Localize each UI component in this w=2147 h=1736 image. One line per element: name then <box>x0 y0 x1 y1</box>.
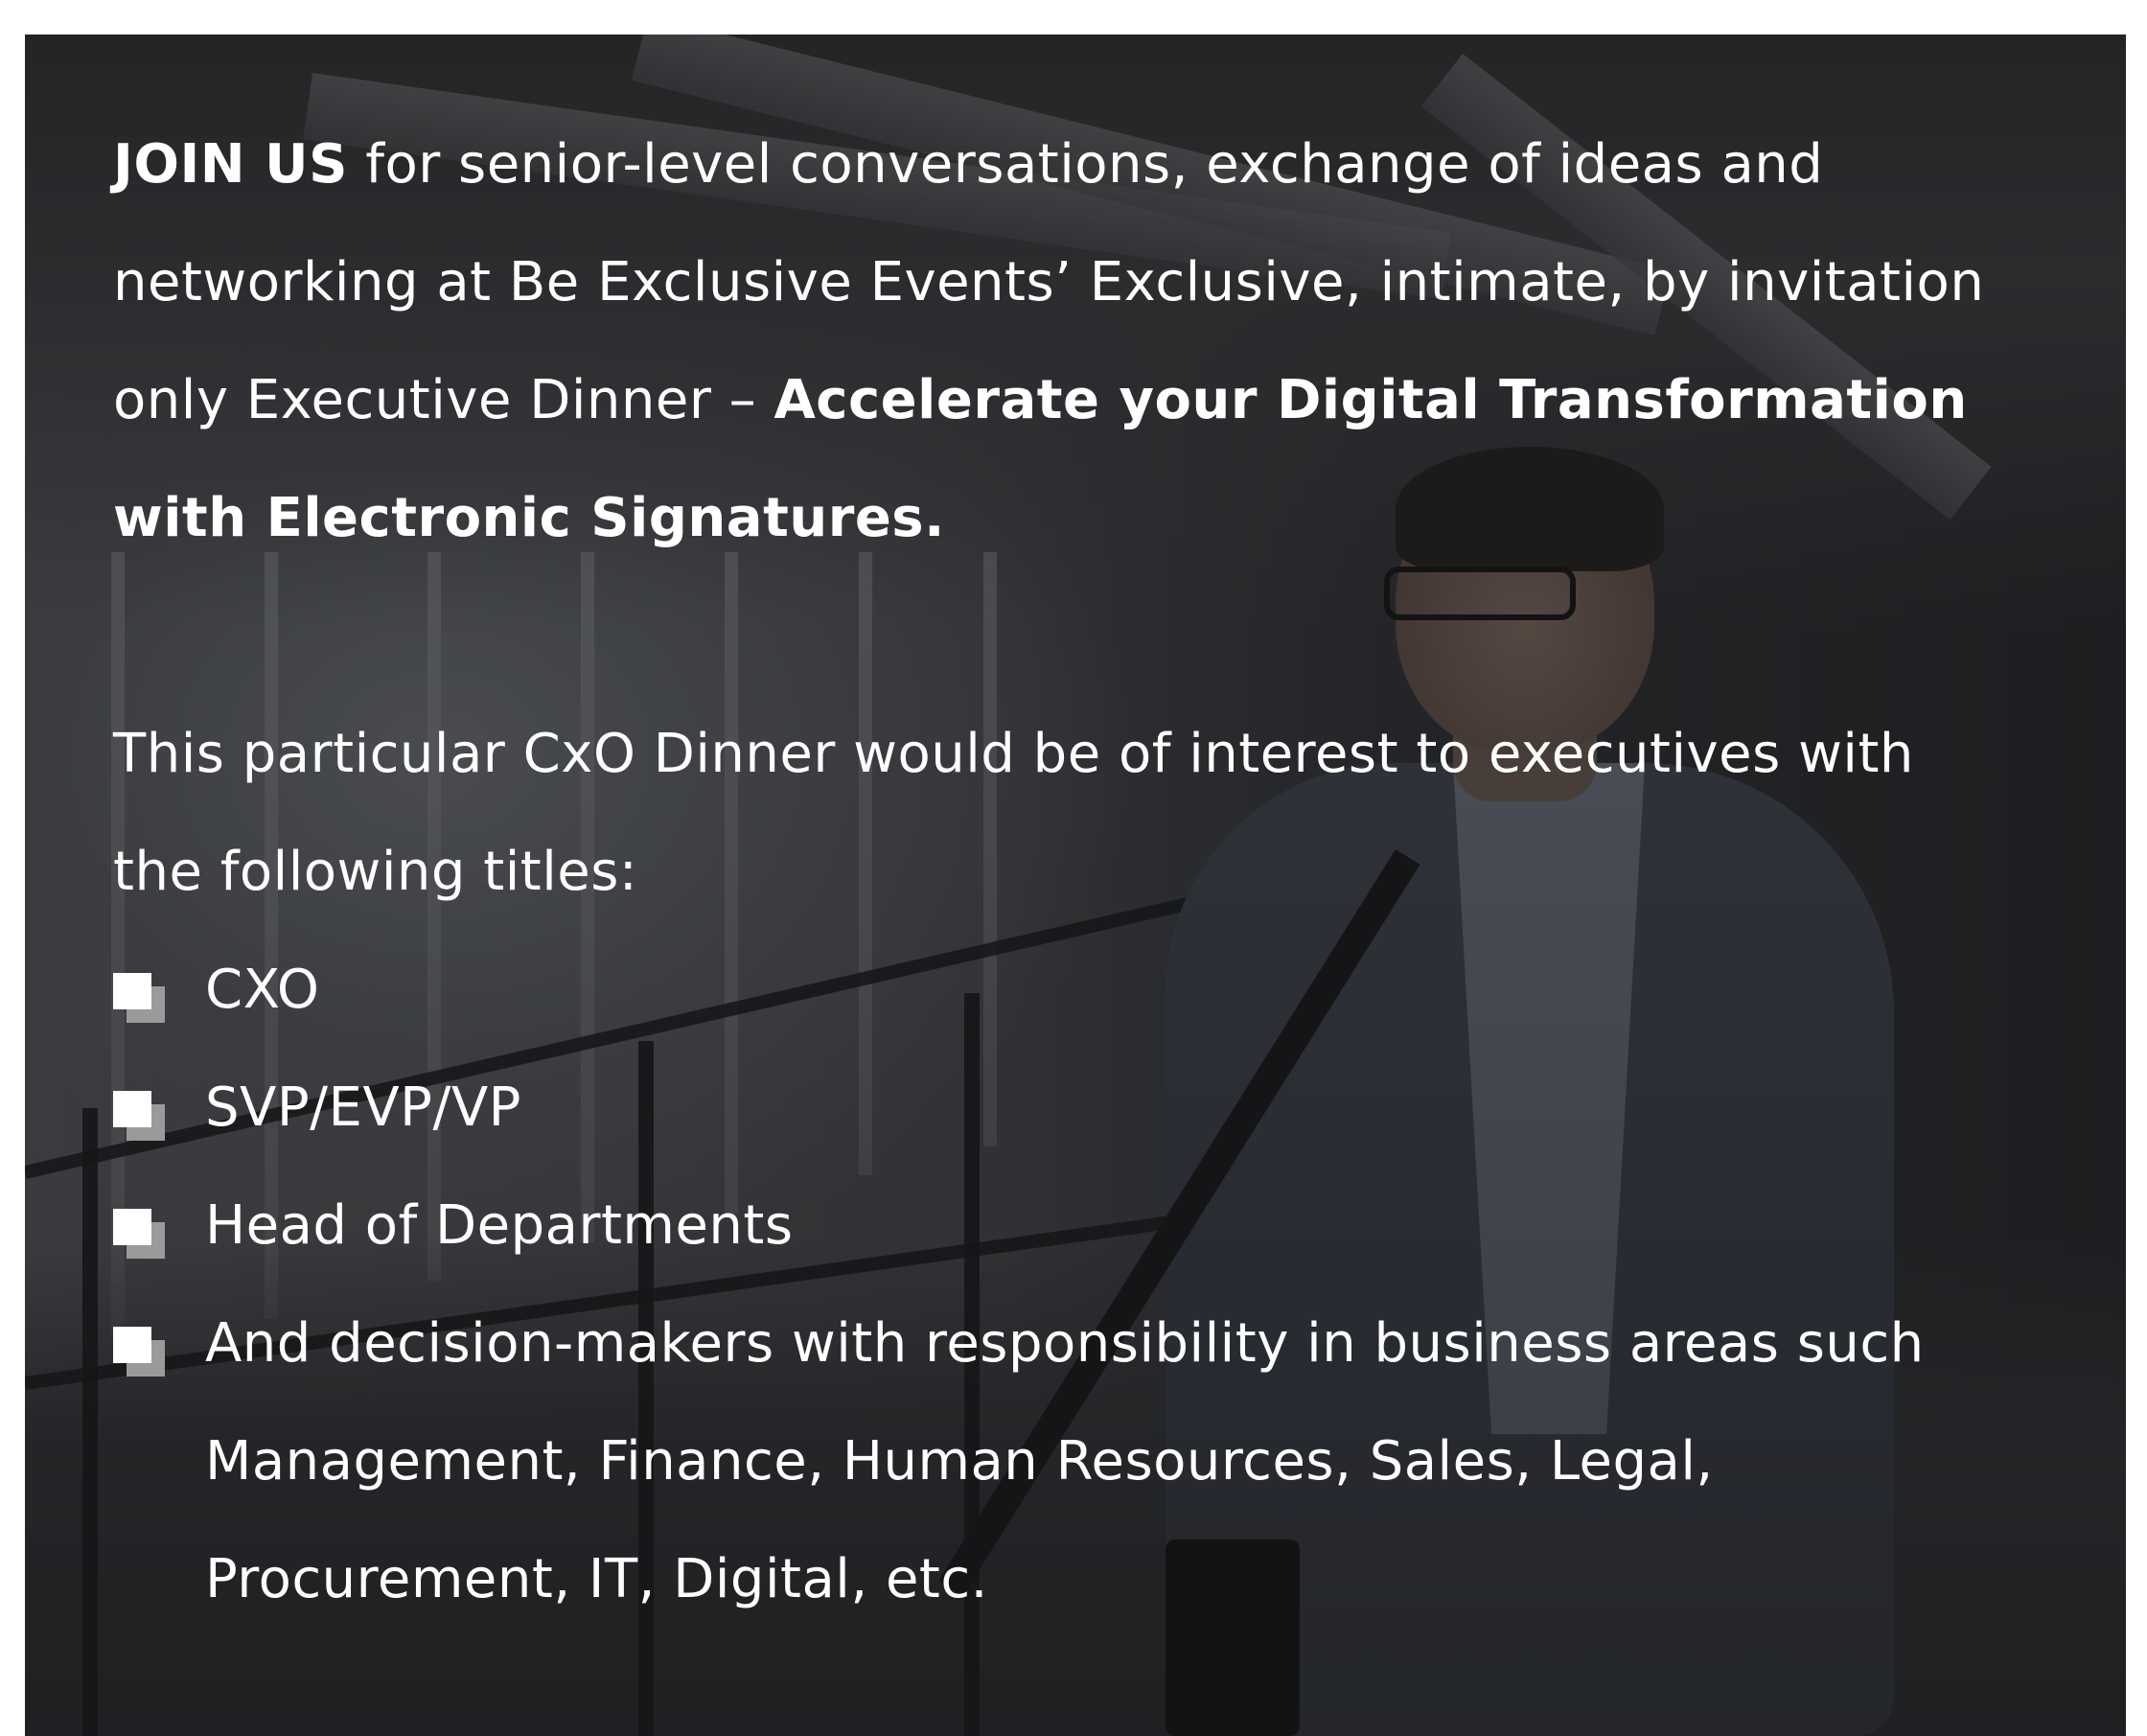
checkbox-square-icon <box>113 1091 171 1141</box>
join-us-label: JOIN US <box>113 133 348 196</box>
audience-title-list: CXO SVP/EVP/VP Head of Departments And d… <box>113 931 1992 1638</box>
list-item-text: Head of Departments <box>205 1194 794 1257</box>
list-item: Head of Departments <box>113 1167 1992 1285</box>
intro-paragraph: JOIN US for senior-level conversations, … <box>113 105 1992 577</box>
checkbox-square-icon <box>113 1327 171 1377</box>
list-item-text: And decision-makers with responsibility … <box>205 1312 1925 1610</box>
checkbox-square-icon <box>113 973 171 1023</box>
event-description: JOIN US for senior-level conversations, … <box>113 105 1992 1638</box>
list-item: CXO <box>113 931 1992 1049</box>
list-item-text: SVP/EVP/VP <box>205 1076 521 1139</box>
list-item-text: CXO <box>205 959 320 1021</box>
list-item: And decision-makers with responsibility … <box>113 1285 1992 1638</box>
list-item: SVP/EVP/VP <box>113 1049 1992 1167</box>
checkbox-square-icon <box>113 1209 171 1259</box>
audience-paragraph: This particular CxO Dinner would be of i… <box>113 723 1914 903</box>
